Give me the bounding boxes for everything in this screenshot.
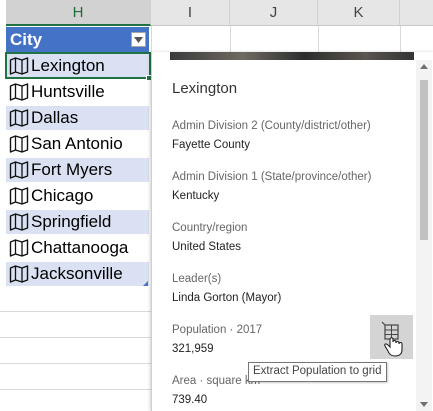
map-icon: [9, 135, 29, 153]
city-name: Chicago: [31, 186, 94, 205]
city-cell[interactable]: Fort Myers: [6, 157, 149, 182]
scrollbar-thumb[interactable]: [420, 80, 428, 240]
scroll-up-arrow-icon[interactable]: [420, 64, 428, 69]
extract-to-grid-button[interactable]: [370, 315, 413, 359]
filter-dropdown-button[interactable]: [131, 32, 146, 47]
map-icon: [9, 265, 29, 283]
city-cell[interactable]: Chicago: [6, 183, 149, 208]
column-header-j[interactable]: J: [230, 0, 318, 26]
city-name: Dallas: [31, 108, 79, 127]
city-cell[interactable]: Jacksonville: [6, 261, 149, 286]
city-name: Jacksonville: [31, 264, 123, 283]
card-title: Lexington: [172, 80, 238, 97]
gridline: [0, 363, 151, 364]
column-header-i[interactable]: I: [151, 0, 230, 26]
map-icon: [9, 187, 29, 205]
scroll-down-arrow-icon[interactable]: [420, 402, 428, 407]
field-value-country: United States: [172, 241, 242, 253]
column-header-h[interactable]: H: [6, 0, 151, 26]
field-label-admin-division-1: Admin Division 1 (State/province/other): [172, 171, 372, 183]
field-value-admin-division-1: Kentucky: [172, 190, 220, 202]
table-header-city[interactable]: City: [6, 27, 149, 52]
map-icon: [9, 83, 29, 101]
city-name: Lexington: [31, 56, 105, 75]
field-value-leaders: Linda Gorton (Mayor): [172, 292, 282, 304]
city-cell[interactable]: Huntsville: [6, 79, 149, 104]
table-header-label: City: [10, 29, 43, 49]
map-icon: [9, 213, 29, 231]
field-label-area: Area · square km: [172, 375, 261, 387]
extract-grid-icon: [381, 321, 403, 357]
city-name: San Antonio: [31, 134, 123, 153]
column-header-l[interactable]: [400, 0, 433, 26]
table-resize-handle[interactable]: [143, 281, 148, 286]
column-header-k[interactable]: K: [318, 0, 400, 26]
gridline: [0, 337, 151, 338]
map-icon: [9, 239, 29, 257]
city-name: Huntsville: [31, 82, 105, 101]
map-icon: [9, 57, 29, 75]
city-cell[interactable]: Springfield: [6, 209, 149, 234]
chevron-down-icon: [134, 36, 143, 43]
city-cell[interactable]: Chattanooga: [6, 235, 149, 260]
field-value-admin-division-2: Fayette County: [172, 139, 250, 151]
city-photo: [170, 52, 414, 60]
city-name: Chattanooga: [31, 238, 129, 257]
city-name: Fort Myers: [31, 160, 113, 179]
gridline: [0, 389, 151, 390]
card-scrollbar[interactable]: [416, 60, 432, 411]
field-value-population: 321,959: [172, 343, 214, 355]
city-cell[interactable]: San Antonio: [6, 131, 149, 156]
field-value-area: 739.40: [172, 394, 208, 406]
map-icon: [9, 161, 29, 179]
city-cell[interactable]: Lexington: [6, 53, 149, 78]
city-name: Springfield: [31, 212, 112, 231]
field-label-leaders: Leader(s): [172, 273, 222, 285]
map-icon: [9, 109, 29, 127]
gridline: [0, 311, 151, 312]
city-cell[interactable]: Dallas: [6, 105, 149, 130]
field-label-admin-division-2: Admin Division 2 (County/district/other): [172, 120, 371, 132]
extract-tooltip: Extract Population to grid: [248, 362, 387, 382]
data-card: Lexington Admin Division 2 (County/distr…: [151, 52, 433, 411]
field-label-country: Country/region: [172, 222, 248, 234]
field-label-population: Population · 2017: [172, 324, 263, 336]
